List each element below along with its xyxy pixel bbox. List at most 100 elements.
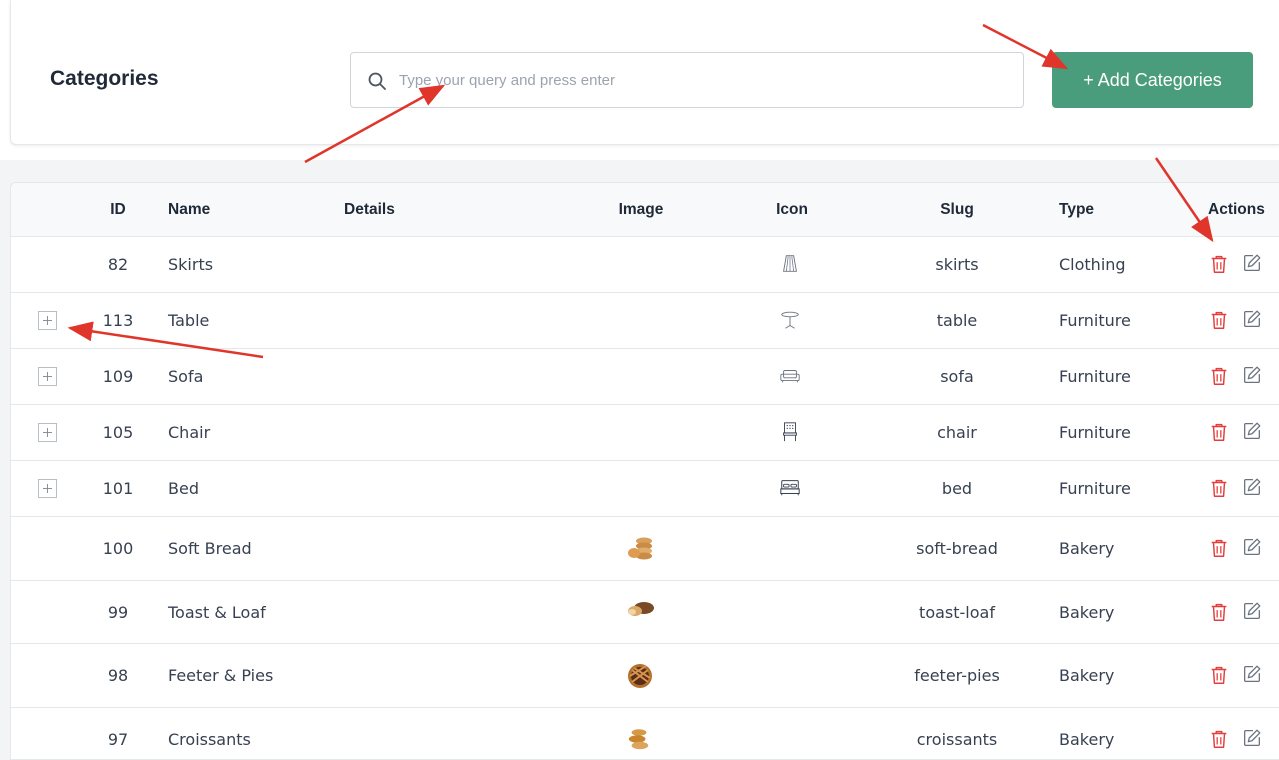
edit-button[interactable] [1241, 364, 1263, 386]
edit-button[interactable] [1241, 536, 1263, 558]
cell-id: 113 [102, 311, 134, 330]
bed-icon [779, 477, 801, 503]
pie-image [626, 662, 654, 694]
trash-icon [1211, 423, 1227, 441]
cell-name: Feeter & Pies [168, 666, 274, 685]
table-header: ID Name Details Image Icon Slug Type Act… [11, 183, 1279, 237]
column-header-actions: Actions [1208, 201, 1265, 218]
cell-slug: chair [937, 423, 977, 442]
trash-icon [1211, 603, 1227, 621]
cell-name: Soft Bread [168, 539, 252, 558]
categories-table: ID Name Details Image Icon Slug Type Act… [10, 182, 1279, 760]
edit-icon [1244, 538, 1261, 555]
cell-slug: bed [941, 479, 973, 498]
expand-row-button[interactable] [38, 367, 57, 386]
table-row: 100 Soft Bread soft-bread Bakery [11, 517, 1279, 581]
cell-slug: sofa [940, 367, 974, 386]
cell-name: Croissants [168, 730, 251, 749]
table-icon [779, 309, 801, 335]
edit-button[interactable] [1241, 600, 1263, 622]
column-header-name[interactable]: Name [168, 201, 210, 219]
edit-icon [1244, 729, 1261, 746]
delete-button[interactable] [1208, 601, 1230, 623]
trash-icon [1211, 666, 1227, 684]
toast-loaf-image [626, 599, 656, 623]
sofa-icon [779, 365, 801, 391]
table-row: 113 Table table Furniture [11, 293, 1279, 349]
table-row: 99 Toast & Loaf toast-loaf Bakery [11, 581, 1279, 644]
cell-name: Bed [168, 479, 199, 498]
cell-type: Bakery [1059, 730, 1115, 749]
page-title: Categories [50, 67, 159, 90]
cell-slug: soft-bread [916, 539, 998, 558]
edit-icon [1244, 310, 1261, 327]
cell-type: Furniture [1059, 423, 1131, 442]
cell-type: Bakery [1059, 539, 1115, 558]
edit-icon [1244, 254, 1261, 271]
expand-row-button[interactable] [38, 423, 57, 442]
delete-button[interactable] [1208, 664, 1230, 686]
cell-type: Furniture [1059, 311, 1131, 330]
table-row: 98 Feeter & Pies feeter-pies Bakery [11, 644, 1279, 708]
search-box[interactable] [350, 52, 1024, 108]
edit-icon [1244, 602, 1261, 619]
add-categories-button[interactable]: + Add Categories [1052, 52, 1253, 108]
cell-slug: toast-loaf [919, 602, 995, 622]
column-header-image: Image [618, 201, 664, 218]
cell-slug: feeter-pies [914, 666, 1000, 685]
delete-button[interactable] [1208, 477, 1230, 499]
edit-button[interactable] [1241, 308, 1263, 330]
column-header-icon: Icon [776, 201, 808, 218]
edit-button[interactable] [1241, 252, 1263, 274]
column-header-details: Details [344, 201, 395, 218]
delete-button[interactable] [1208, 365, 1230, 387]
edit-button[interactable] [1241, 663, 1263, 685]
trash-icon [1211, 479, 1227, 497]
trash-icon [1211, 539, 1227, 557]
cell-slug: croissants [916, 730, 998, 749]
column-header-slug[interactable]: Slug [940, 201, 974, 219]
cell-id: 109 [102, 367, 134, 386]
edit-button[interactable] [1241, 476, 1263, 498]
cell-name: Skirts [168, 255, 214, 274]
cell-name: Chair [168, 423, 211, 442]
cell-type: Bakery [1059, 602, 1115, 622]
delete-button[interactable] [1208, 728, 1230, 750]
cell-name: Table [168, 311, 210, 330]
delete-button[interactable] [1208, 309, 1230, 331]
table-row: 97 Croissants croissants Bakery [11, 708, 1279, 759]
delete-button[interactable] [1208, 253, 1230, 275]
trash-icon [1211, 255, 1227, 273]
chair-icon [779, 421, 801, 447]
delete-button[interactable] [1208, 537, 1230, 559]
skirt-icon [779, 253, 801, 279]
edit-button[interactable] [1241, 420, 1263, 442]
trash-icon [1211, 730, 1227, 748]
edit-button[interactable] [1241, 727, 1263, 749]
table-row: 105 Chair chair Furniture [11, 405, 1279, 461]
table-row: 109 Sofa sofa Furniture [11, 349, 1279, 405]
cell-slug: skirts [935, 255, 979, 274]
expand-row-button[interactable] [38, 479, 57, 498]
cell-type: Bakery [1059, 666, 1115, 685]
cell-type: Furniture [1059, 367, 1131, 386]
column-header-id[interactable]: ID [110, 201, 126, 219]
cell-type: Furniture [1059, 479, 1131, 498]
column-header-type[interactable]: Type [1059, 201, 1094, 219]
cell-id: 101 [102, 479, 134, 498]
cell-id: 82 [107, 255, 129, 274]
cell-name: Sofa [168, 367, 204, 386]
croissant-image [626, 726, 652, 756]
search-icon [368, 72, 386, 90]
delete-button[interactable] [1208, 421, 1230, 443]
cell-id: 99 [107, 602, 129, 622]
trash-icon [1211, 311, 1227, 329]
cell-id: 100 [102, 539, 134, 558]
edit-icon [1244, 366, 1261, 383]
soft-bread-image [626, 535, 656, 567]
expand-row-button[interactable] [38, 311, 57, 330]
edit-icon [1244, 665, 1261, 682]
cell-name: Toast & Loaf [168, 602, 266, 622]
cell-slug: table [936, 311, 978, 330]
search-input[interactable] [399, 53, 1009, 107]
